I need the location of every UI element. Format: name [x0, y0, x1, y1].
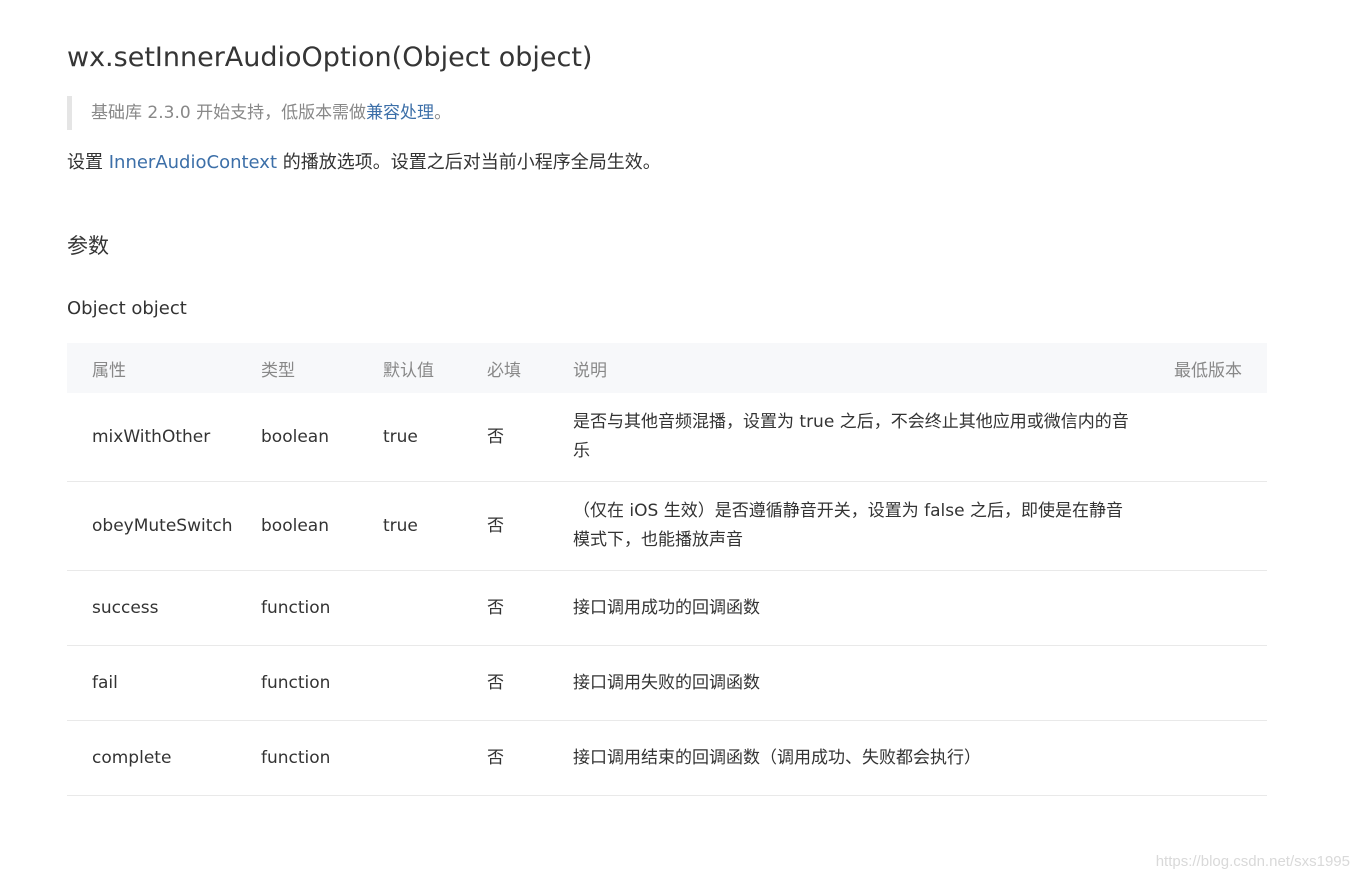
cell-desc: 是否与其他音频混播，设置为 true 之后，不会终止其他应用或微信内的音乐	[573, 393, 1133, 482]
header-desc: 说明	[573, 343, 1133, 393]
table-row: obeyMuteSwitch boolean true 否 （仅在 iOS 生效…	[67, 481, 1267, 571]
cell-required: 否	[487, 393, 573, 482]
cell-type: boolean	[261, 393, 383, 482]
cell-type: boolean	[261, 481, 383, 571]
version-note-suffix: 。	[434, 103, 452, 123]
cell-attr: success	[67, 570, 261, 646]
cell-required: 否	[487, 720, 573, 796]
header-type: 类型	[261, 343, 383, 393]
table-row: complete function 否 接口调用结束的回调函数（调用成功、失败都…	[67, 720, 1267, 796]
cell-default: true	[383, 393, 487, 482]
cell-desc: 接口调用成功的回调函数	[573, 570, 1133, 646]
version-note-text: 基础库 2.3.0 开始支持，低版本需做	[91, 103, 367, 123]
params-heading: 参数	[67, 234, 109, 258]
cell-desc: 接口调用结束的回调函数（调用成功、失败都会执行）	[573, 720, 1133, 796]
cell-default: true	[383, 481, 487, 571]
cell-required: 否	[487, 481, 573, 571]
object-label: Object object	[67, 298, 187, 319]
cell-default	[383, 720, 487, 796]
table-row: success function 否 接口调用成功的回调函数	[67, 570, 1267, 646]
api-title: wx.setInnerAudioOption(Object object)	[67, 42, 593, 73]
cell-min-version	[1133, 481, 1267, 571]
table-header-row: 属性 类型 默认值 必填 说明 最低版本	[67, 343, 1267, 393]
cell-min-version	[1133, 645, 1267, 721]
watermark: https://blog.csdn.net/sxs1995	[1155, 853, 1350, 870]
cell-min-version	[1133, 570, 1267, 646]
cell-attr: mixWithOther	[67, 393, 261, 482]
header-default: 默认值	[383, 343, 487, 393]
cell-attr: obeyMuteSwitch	[67, 481, 261, 571]
api-description: 设置 InnerAudioContext 的播放选项。设置之后对当前小程序全局生…	[67, 150, 661, 176]
cell-min-version	[1133, 393, 1267, 482]
cell-attr: complete	[67, 720, 261, 796]
cell-desc: 接口调用失败的回调函数	[573, 645, 1133, 721]
version-note: 基础库 2.3.0 开始支持，低版本需做兼容处理。	[67, 96, 451, 130]
cell-type: function	[261, 720, 383, 796]
cell-desc: （仅在 iOS 生效）是否遵循静音开关，设置为 false 之后，即使是在静音模…	[573, 481, 1133, 571]
cell-required: 否	[487, 645, 573, 721]
params-table: 属性 类型 默认值 必填 说明 最低版本 mixWithOther boolea…	[67, 343, 1267, 796]
cell-default	[383, 645, 487, 721]
compat-link[interactable]: 兼容处理	[366, 103, 434, 123]
table-row: fail function 否 接口调用失败的回调函数	[67, 645, 1267, 721]
cell-required: 否	[487, 570, 573, 646]
desc-suffix: 的播放选项。设置之后对当前小程序全局生效。	[277, 152, 661, 173]
desc-prefix: 设置	[67, 152, 109, 173]
table-row: mixWithOther boolean true 否 是否与其他音频混播，设置…	[67, 393, 1267, 482]
cell-attr: fail	[67, 645, 261, 721]
cell-min-version	[1133, 720, 1267, 796]
header-min-version: 最低版本	[1133, 343, 1267, 393]
header-attr: 属性	[67, 343, 261, 393]
cell-type: function	[261, 570, 383, 646]
header-required: 必填	[487, 343, 573, 393]
inner-audio-context-link[interactable]: InnerAudioContext	[109, 152, 277, 173]
cell-type: function	[261, 645, 383, 721]
cell-default	[383, 570, 487, 646]
